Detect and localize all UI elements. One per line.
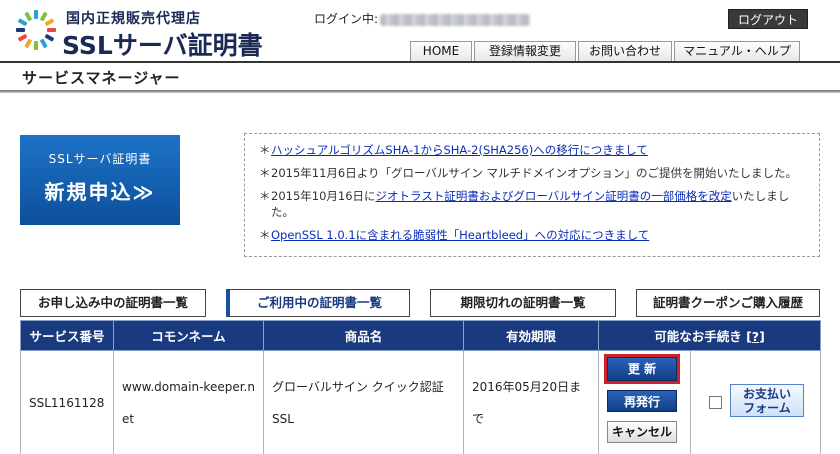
news-text-price-prefix: 2015年10月16日に (271, 189, 376, 203)
cell-product-name: グローバルサイン クイック認証SSL (263, 350, 464, 454)
top-nav: HOME 登録情報変更 お問い合わせ マニュアル・ヘルプ (410, 41, 802, 61)
col-common-name: コモンネーム (113, 320, 264, 351)
cell-service-number: SSL1161128 (20, 350, 114, 454)
nav-manual-help[interactable]: マニュアル・ヘルプ (674, 41, 800, 61)
reissue-button[interactable]: 再発行 (607, 390, 677, 412)
news-text-multidomain: 2015年11月6日より「グローバルサイン マルチドメインオプション」のご提供を… (271, 166, 798, 180)
payment-form-button[interactable]: お支払い フォーム (730, 384, 804, 417)
header-divider (0, 61, 840, 63)
certificate-table: サービス番号 コモンネーム 商品名 有効期限 可能なお手続き [?] SSL11… (20, 320, 821, 454)
bullet-icon: ＊ (259, 228, 271, 242)
logo[interactable]: 国内正規販売代理店 SSLサーバ証明書 (14, 6, 294, 60)
logo-title: SSLサーバ証明書 (62, 31, 263, 60)
news-item: ＊ 2015年11月6日より「グローバルサイン マルチドメインオプション」のご提… (259, 165, 809, 181)
tab-coupon-history[interactable]: 証明書クーポンご購入履歴 (636, 289, 820, 317)
col-actions: 可能なお手続き [?] (598, 320, 821, 351)
logo-sunburst-icon (16, 10, 56, 50)
cell-expiry: 2016年05月20日まで (463, 350, 599, 454)
tab-pending-certificates[interactable]: お申し込み中の証明書一覧 (20, 289, 206, 317)
nav-account-settings[interactable]: 登録情報変更 (474, 41, 576, 61)
col-product-name: 商品名 (263, 320, 464, 351)
news-item: ＊ ハッシュアルゴリズムSHA-1からSHA-2(SHA256)への移行につきま… (259, 142, 809, 158)
news-item: ＊ OpenSSL 1.0.1に含まれる脆弱性「Heartbleed」への対応に… (259, 227, 809, 243)
nav-contact[interactable]: お問い合わせ (578, 41, 672, 61)
col-service-number: サービス番号 (20, 320, 114, 351)
select-checkbox[interactable] (709, 396, 722, 409)
banner-subtitle: SSLサーバ証明書 (48, 152, 152, 166)
page-title: サービスマネージャー (22, 69, 181, 87)
renew-button[interactable]: 更 新 (604, 354, 680, 384)
logo-subtitle: 国内正規販売代理店 (66, 11, 201, 27)
bullet-icon: ＊ (259, 189, 271, 203)
table-header-row: サービス番号 コモンネーム 商品名 有効期限 可能なお手続き [?] (20, 320, 821, 351)
cancel-button[interactable]: キャンセル (607, 421, 677, 443)
banner-title: 新規申込≫ (44, 180, 156, 204)
login-user-redacted (380, 13, 531, 26)
cell-actions: 更 新 再発行 キャンセル お支払い フォーム (598, 350, 821, 454)
tab-expired-certificates[interactable]: 期限切れの証明書一覧 (430, 289, 616, 317)
bullet-icon: ＊ (259, 143, 271, 157)
news-link-heartbleed[interactable]: OpenSSL 1.0.1に含まれる脆弱性「Heartbleed」への対応につき… (271, 228, 649, 242)
col-expiry: 有効期限 (463, 320, 599, 351)
news-link-sha2[interactable]: ハッシュアルゴリズムSHA-1からSHA-2(SHA256)への移行につきまして (271, 143, 648, 157)
title-divider (0, 90, 840, 93)
actions-help-link[interactable]: ? (752, 329, 759, 344)
cell-common-name: www.domain-keeper.net (113, 350, 264, 454)
table-row: SSL1161128 www.domain-keeper.net グローバルサイ… (20, 350, 821, 454)
actions-divider (690, 351, 691, 454)
news-link-price-change[interactable]: ジオトラスト証明書およびグローバルサイン証明書の一部価格を改定 (376, 189, 732, 203)
news-item: ＊ 2015年10月16日にジオトラスト証明書およびグローバルサイン証明書の一部… (259, 188, 809, 220)
login-status: ログイン中: (314, 10, 531, 27)
news-box: ＊ ハッシュアルゴリズムSHA-1からSHA-2(SHA256)への移行につきま… (244, 133, 820, 257)
new-application-banner[interactable]: SSLサーバ証明書 新規申込≫ (20, 135, 180, 225)
col-actions-label: 可能なお手続き (654, 329, 742, 344)
tab-active-certificates[interactable]: ご利用中の証明書一覧 (226, 289, 410, 317)
login-label: ログイン中: (314, 12, 379, 26)
bullet-icon: ＊ (259, 166, 271, 180)
logout-button[interactable]: ログアウト (728, 9, 808, 29)
nav-home[interactable]: HOME (410, 41, 472, 61)
